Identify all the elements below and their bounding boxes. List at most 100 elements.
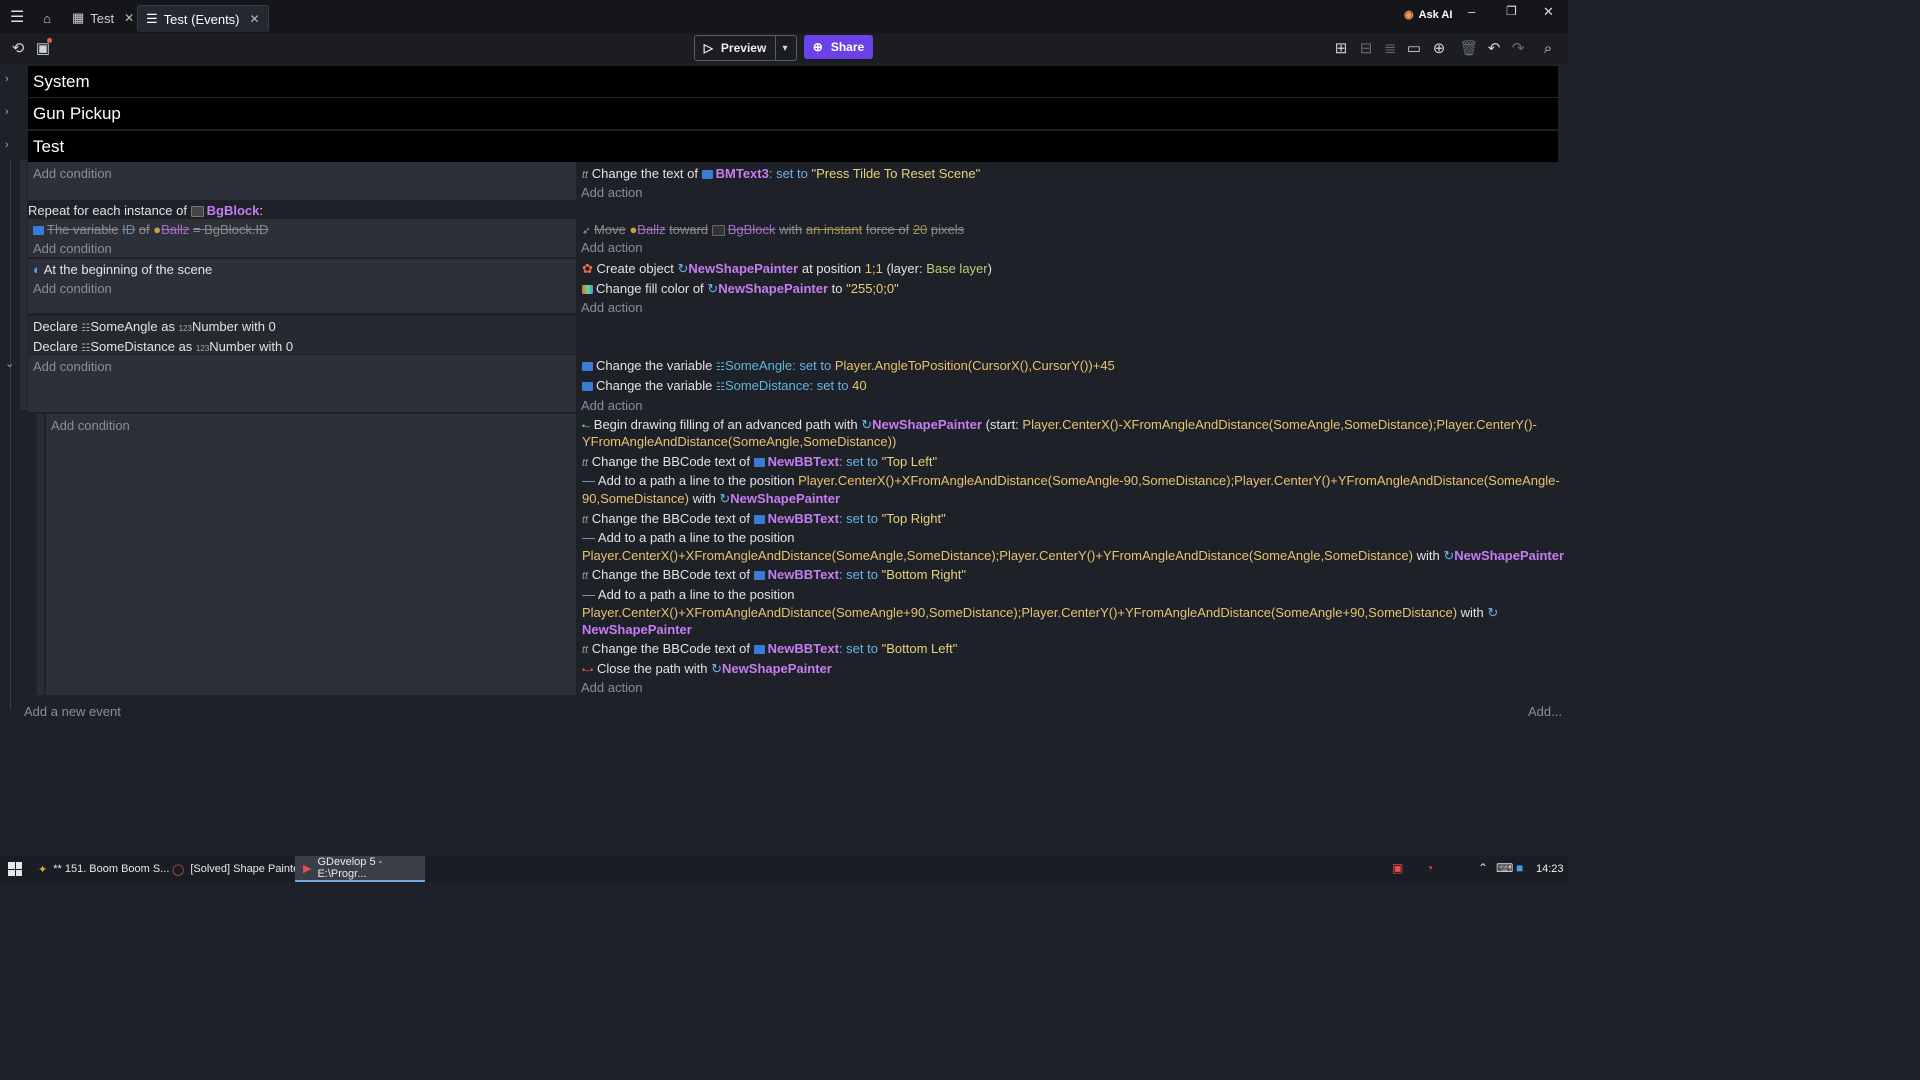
- menu-icon[interactable]: ☰: [10, 7, 24, 27]
- restore-icon[interactable]: ❐: [1506, 4, 1517, 18]
- history-icon[interactable]: ⟲: [8, 38, 28, 58]
- add-condition-link[interactable]: Add condition: [33, 281, 112, 296]
- action-begin-path-cont: YFromAngleAndDistance(SomeAngle,SomeDist…: [582, 434, 897, 449]
- action-bbcode-top-left[interactable]: tt Change the BBCode text of NewBBText: …: [582, 454, 937, 469]
- minimize-icon[interactable]: –: [1468, 4, 1475, 19]
- add-condition-link[interactable]: Add condition: [33, 166, 112, 181]
- taskbar-item-browser[interactable]: ◯ [Solved] Shape Painte...: [164, 856, 316, 882]
- tab-label: Test (Events): [163, 11, 240, 27]
- action-close-path[interactable]: •–• Close the path with ↻NewShapePainter: [582, 661, 832, 677]
- condition-scene-start[interactable]: ◐ At the beginning of the scene: [33, 262, 212, 277]
- add-subevent-icon[interactable]: ⊟: [1356, 38, 1376, 58]
- scene-start-icon: ◐: [33, 262, 41, 277]
- save-icon[interactable]: ▣: [33, 38, 53, 58]
- declare-variable-somedistance[interactable]: Declare ☷SomeDistance as 123Number with …: [33, 339, 293, 354]
- action-bbcode-top-right[interactable]: tt Change the BBCode text of NewBBText: …: [582, 511, 946, 526]
- number-type-icon: 123: [195, 344, 210, 353]
- tab-test-events[interactable]: ☰ Test (Events) ✕: [137, 5, 269, 32]
- line-icon: —: [582, 473, 595, 488]
- add-event-icon[interactable]: ⊞: [1331, 38, 1351, 58]
- action-change-text[interactable]: tt Change the text of BMText3: set to "P…: [582, 166, 980, 181]
- tab-home[interactable]: ⌂: [36, 5, 58, 31]
- comment-icon[interactable]: ▭: [1404, 38, 1424, 58]
- action-begin-path[interactable]: •– Begin drawing filling of an advanced …: [582, 417, 1537, 433]
- group-label: Gun Pickup: [33, 103, 121, 123]
- group-gun-pickup[interactable]: Gun Pickup: [28, 98, 1558, 129]
- share-button[interactable]: ⊕ Share: [804, 35, 873, 59]
- text-icon: tt: [582, 570, 589, 582]
- tray-browser-icon[interactable]: ◔: [1426, 861, 1433, 875]
- taskbar-item-boom[interactable]: ✦ ** 151. Boom Boom S...: [30, 856, 177, 882]
- text-icon: tt: [582, 644, 589, 656]
- bbtext-icon: [753, 571, 765, 581]
- gutter-line: [10, 160, 11, 710]
- ask-ai-button[interactable]: ◉ Ask AI: [1404, 8, 1452, 22]
- shape-painter-icon: ↻: [719, 491, 731, 506]
- declare-variable-someangle[interactable]: Declare ☷SomeAngle as 123Number with 0: [33, 319, 276, 334]
- delete-icon[interactable]: 🗑: [1459, 38, 1479, 58]
- add-action-link[interactable]: Add action: [581, 680, 642, 695]
- action-create-object[interactable]: ✿ Create object ↻NewShapePainter at posi…: [582, 261, 992, 277]
- add-action-link[interactable]: Add action: [581, 185, 642, 200]
- tray-app-icon[interactable]: ■: [1516, 861, 1523, 875]
- close-icon[interactable]: ✕: [124, 11, 134, 25]
- add-action-link[interactable]: Add action: [581, 240, 642, 255]
- group-test[interactable]: Test: [28, 131, 1558, 162]
- shape-painter-icon: ↻: [1487, 605, 1499, 620]
- action-path-line-1[interactable]: — Add to a path a line to the position P…: [582, 473, 1560, 488]
- gutter-line: [20, 160, 27, 410]
- action-change-fill-color[interactable]: Change fill color of ↻NewShapePainter to…: [582, 281, 899, 297]
- close-icon[interactable]: ✕: [250, 12, 260, 26]
- add-action-link[interactable]: Add action: [581, 300, 642, 315]
- variable-icon: [582, 382, 593, 392]
- clock[interactable]: 14:23: [1536, 863, 1564, 875]
- condition-panel[interactable]: [46, 414, 576, 695]
- add-more-button[interactable]: Add...: [1528, 704, 1562, 719]
- preview-dropdown[interactable]: ▾: [774, 35, 797, 61]
- undo-icon[interactable]: ↶: [1484, 38, 1504, 58]
- add-action-link[interactable]: Add action: [581, 398, 642, 413]
- condition-variable-id[interactable]: The variable ID of ●Ballz = BgBlock.ID: [33, 222, 268, 237]
- search-icon[interactable]: ⌕: [1538, 38, 1558, 58]
- action-path-line-3-obj: NewShapePainter: [582, 622, 692, 637]
- action-change-variable-someangle[interactable]: Change the variable ☷SomeAngle: set to P…: [582, 358, 1115, 373]
- chevron-up-icon[interactable]: ⌃: [1478, 861, 1488, 875]
- add-condition-link[interactable]: Add condition: [33, 241, 112, 256]
- tray-antivirus-icon[interactable]: ▣: [1392, 861, 1403, 875]
- repeat-header[interactable]: Repeat for each instance of BgBlock:: [28, 203, 263, 218]
- robot-icon: ◉: [1404, 9, 1414, 21]
- taskbar-item-gdevelop[interactable]: ▶ GDevelop 5 - E:\Progr...: [295, 856, 425, 882]
- chevron-right-icon[interactable]: ›: [5, 106, 9, 118]
- chevron-down-icon[interactable]: ⌄: [5, 357, 14, 370]
- action-path-line-3[interactable]: — Add to a path a line to the position: [582, 587, 795, 602]
- preview-button[interactable]: ▷ Preview: [694, 35, 776, 61]
- add-circle-icon[interactable]: ⊕: [1429, 38, 1449, 58]
- add-condition-link[interactable]: Add condition: [33, 359, 112, 374]
- group-label: System: [33, 71, 90, 91]
- line-icon: —: [582, 587, 595, 602]
- bgblock-icon: [190, 206, 204, 218]
- action-change-variable-somedistance[interactable]: Change the variable ☷SomeDistance: set t…: [582, 378, 867, 393]
- chevron-right-icon[interactable]: ›: [5, 139, 9, 151]
- tab-test[interactable]: ▦ Test ✕: [64, 5, 142, 31]
- add-condition-link[interactable]: Add condition: [51, 418, 130, 433]
- add-group-icon[interactable]: ≣: [1380, 38, 1400, 58]
- action-bbcode-bottom-left[interactable]: tt Change the BBCode text of NewBBText: …: [582, 641, 957, 656]
- add-new-event-link[interactable]: Add a new event: [24, 704, 121, 719]
- action-path-line-2[interactable]: — Add to a path a line to the position: [582, 530, 795, 545]
- text-icon: tt: [582, 457, 589, 469]
- close-path-icon: •–•: [582, 665, 594, 675]
- globe-icon: ⊕: [812, 40, 823, 54]
- action-bbcode-bottom-right[interactable]: tt Change the BBCode text of NewBBText: …: [582, 567, 966, 582]
- chevron-right-icon[interactable]: ›: [5, 73, 9, 85]
- action-move-toward[interactable]: ➶ Move ●Ballz toward BgBlock with an ins…: [582, 222, 964, 237]
- tray-controller-icon[interactable]: ⌨: [1496, 861, 1513, 875]
- redo-icon[interactable]: ↷: [1508, 38, 1528, 58]
- variable-ref-icon: ☷: [715, 382, 725, 393]
- bbtext-icon: [753, 458, 765, 468]
- close-window-icon[interactable]: ✕: [1543, 4, 1554, 20]
- taskbar: ✦ ** 151. Boom Boom S... ◯ [Solved] Shap…: [0, 856, 1568, 882]
- group-system[interactable]: System: [28, 66, 1558, 97]
- tab-label: Test: [90, 10, 115, 26]
- windows-start-icon[interactable]: [8, 862, 22, 876]
